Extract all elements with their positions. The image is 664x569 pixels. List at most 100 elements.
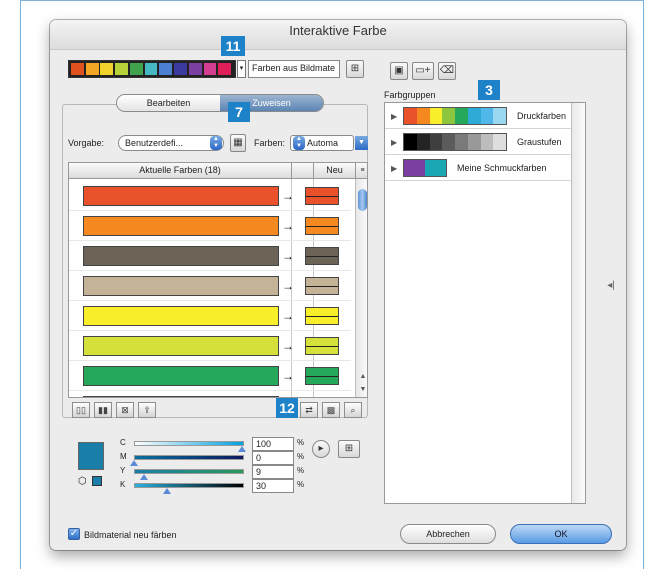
header-new[interactable]: Neu	[313, 163, 355, 179]
callout-badge-11: 11	[221, 36, 245, 56]
current-color-bar[interactable]	[83, 336, 279, 356]
find-color-in-artwork-button[interactable]: ⌕	[344, 402, 362, 418]
arrow-right-icon[interactable]: →	[281, 217, 295, 235]
delete-group-button[interactable]: ⌫	[438, 62, 456, 80]
save-changes-button[interactable]: ▣	[390, 62, 408, 80]
arrow-right-icon[interactable]: →	[281, 307, 295, 325]
table-row[interactable]: →	[69, 391, 351, 398]
color-group-row[interactable]: ▶ Graustufen	[385, 131, 571, 155]
color-group-row[interactable]: ▶ Meine Schmuckfarben	[385, 157, 571, 181]
cyan-slider[interactable]	[134, 441, 244, 446]
harmony-color-bar[interactable]	[68, 60, 236, 78]
table-row[interactable]: →	[69, 331, 351, 361]
separate-colors-button[interactable]: ▮▮	[94, 402, 112, 418]
table-row[interactable]: →	[69, 211, 351, 241]
recolor-artwork-checkbox[interactable]: ✓	[68, 528, 80, 540]
randomly-change-order-button[interactable]: ⇄	[300, 402, 318, 418]
preset-stepper-icon[interactable]: ▲ ▼	[210, 136, 222, 150]
column-menu-icon[interactable]: ≡	[355, 163, 367, 179]
current-color-bar[interactable]	[83, 186, 279, 206]
harmony-swatch[interactable]	[174, 63, 187, 75]
colors-dropdown-arrow-icon[interactable]: ▼	[355, 136, 368, 150]
small-swatch-icon[interactable]	[92, 476, 102, 486]
new-color-group-button[interactable]: ▭+	[412, 62, 434, 80]
new-color-swatch[interactable]	[305, 307, 339, 325]
current-color-bar[interactable]	[83, 396, 279, 397]
table-scrollbar[interactable]: ▲ ▼	[355, 179, 367, 397]
disclosure-triangle-icon[interactable]: ▶	[391, 164, 397, 173]
harmony-swatch[interactable]	[188, 63, 202, 75]
magenta-slider-thumb[interactable]	[130, 460, 138, 466]
table-row[interactable]: →	[69, 361, 351, 391]
scroll-down-arrow-icon[interactable]: ▼	[357, 384, 367, 396]
table-row[interactable]: →	[69, 181, 351, 211]
black-slider-thumb[interactable]	[163, 488, 171, 494]
yellow-slider-thumb[interactable]	[140, 474, 148, 480]
disclosure-triangle-icon[interactable]: ▶	[391, 112, 397, 121]
color-group-row[interactable]: ▶ Druckfarben	[385, 105, 571, 129]
harmony-swatch[interactable]	[203, 63, 217, 75]
color-reduction-options-button[interactable]: ▦	[230, 134, 246, 152]
table-row[interactable]: →	[69, 241, 351, 271]
harmony-swatch[interactable]	[115, 63, 128, 75]
magenta-slider[interactable]	[134, 455, 244, 460]
new-color-swatch[interactable]	[305, 247, 339, 265]
current-color-bar[interactable]	[83, 366, 279, 386]
current-color-bar[interactable]	[83, 306, 279, 326]
harmony-swatch[interactable]	[218, 63, 232, 75]
harmony-swatch[interactable]	[71, 63, 84, 75]
groups-scrollbar[interactable]	[571, 103, 585, 503]
swatch-library-button[interactable]: ⊞	[338, 440, 360, 458]
arrow-right-icon[interactable]: →	[281, 187, 295, 205]
new-color-swatch[interactable]	[305, 397, 339, 398]
cube-icon[interactable]: ⬡	[78, 476, 87, 487]
cyan-slider-thumb[interactable]	[238, 446, 246, 452]
new-row-button[interactable]: ⇪	[138, 402, 156, 418]
color-mode-menu-button[interactable]: ▸	[312, 440, 330, 458]
arrow-right-icon[interactable]: →	[281, 277, 295, 295]
group-swatch	[455, 108, 468, 124]
yellow-value[interactable]: 9	[252, 465, 294, 479]
color-group-name-field[interactable]: Farben aus Bildmate	[248, 60, 340, 78]
harmony-swatch[interactable]	[159, 63, 173, 75]
arrow-right-icon[interactable]: →	[281, 367, 295, 385]
scroll-up-arrow-icon[interactable]: ▲	[357, 371, 367, 383]
randomly-change-saturation-button[interactable]: ▩	[322, 402, 340, 418]
magenta-value[interactable]: 0	[252, 451, 294, 465]
active-color-swatch[interactable]	[78, 442, 104, 470]
arrow-right-icon[interactable]: →	[281, 337, 295, 355]
black-slider[interactable]	[134, 483, 244, 488]
disclosure-triangle-icon[interactable]: ▶	[391, 138, 397, 147]
colors-count-popup[interactable]: ▲ ▼ Automa	[290, 135, 354, 151]
new-color-swatch[interactable]	[305, 187, 339, 205]
new-color-swatch[interactable]	[305, 367, 339, 385]
table-row[interactable]: →	[69, 271, 351, 301]
current-color-bar[interactable]	[83, 216, 279, 236]
harmony-dropdown-arrow-icon[interactable]: ▾	[237, 60, 246, 78]
tab-edit[interactable]: Bearbeiten	[117, 95, 220, 111]
cyan-value[interactable]: 100	[252, 437, 294, 451]
new-color-swatch[interactable]	[305, 277, 339, 295]
current-color-bar[interactable]	[83, 276, 279, 296]
arrow-right-icon[interactable]: →	[281, 247, 295, 265]
exclude-colors-button[interactable]: ⊠	[116, 402, 134, 418]
cancel-button[interactable]: Abbrechen	[400, 524, 496, 544]
collapse-panel-handle-icon[interactable]: ◂|	[606, 275, 616, 297]
merge-colors-button[interactable]: ▯▯	[72, 402, 90, 418]
table-row[interactable]: →	[69, 301, 351, 331]
harmony-swatch[interactable]	[100, 63, 114, 75]
scrollbar-thumb[interactable]	[358, 189, 367, 211]
harmony-swatch[interactable]	[85, 63, 99, 75]
group-swatch	[429, 108, 443, 124]
preset-popup[interactable]: Benutzerdefi...	[118, 135, 224, 151]
limit-to-library-button[interactable]: ⊞	[346, 60, 364, 78]
header-current-colors[interactable]: Aktuelle Farben (18)	[69, 163, 291, 179]
harmony-swatch[interactable]	[144, 63, 158, 75]
black-value[interactable]: 30	[252, 479, 294, 493]
current-color-bar[interactable]	[83, 246, 279, 266]
harmony-swatch[interactable]	[129, 63, 143, 75]
new-color-swatch[interactable]	[305, 217, 339, 235]
yellow-slider[interactable]	[134, 469, 244, 474]
new-color-swatch[interactable]	[305, 337, 339, 355]
ok-button[interactable]: OK	[510, 524, 612, 544]
